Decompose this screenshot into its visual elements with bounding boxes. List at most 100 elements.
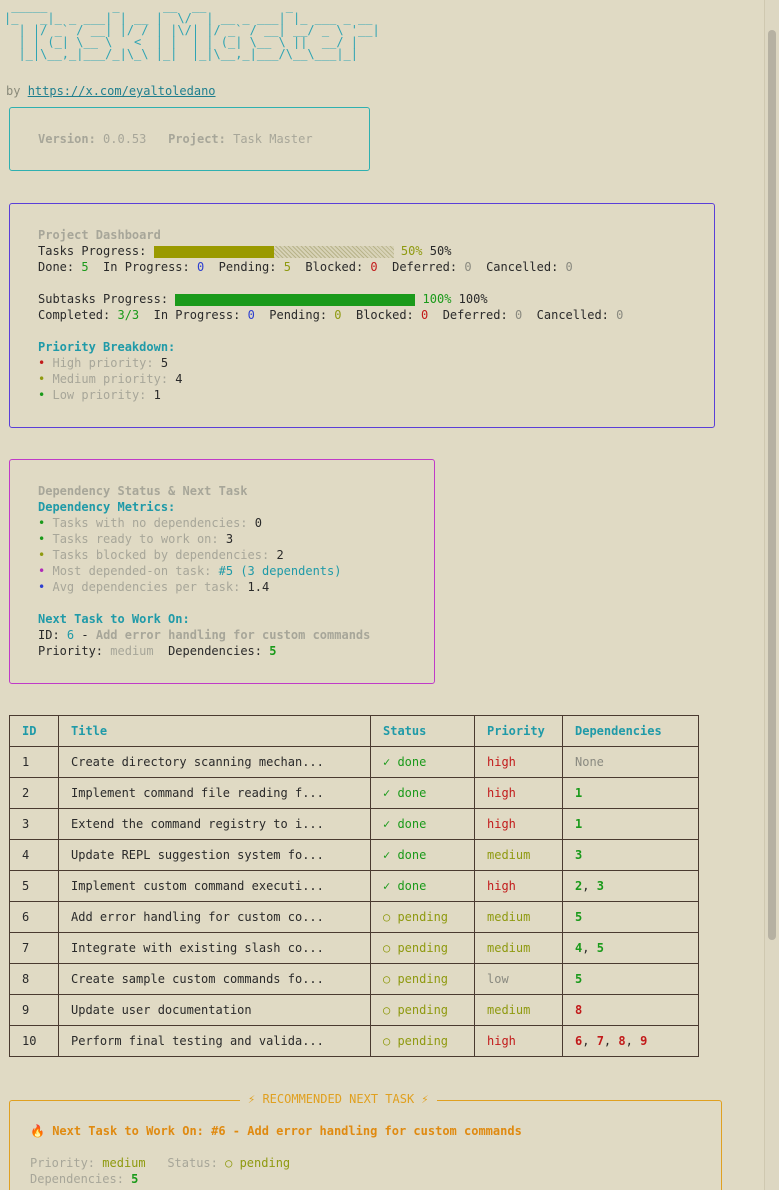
dep-separator: ,: [582, 941, 597, 955]
col-status-header: Status: [370, 715, 475, 747]
done-count: 5: [81, 260, 89, 274]
task-id: 7: [9, 932, 59, 964]
task-id: 9: [9, 994, 59, 1026]
tasks-progress-bar: [153, 245, 394, 258]
dependency-id: 5: [575, 910, 583, 924]
task-priority: high: [474, 808, 563, 840]
task-dependencies: None: [562, 746, 699, 778]
high-priority-count: 5: [160, 356, 169, 370]
task-priority: high: [474, 777, 563, 809]
col-priority-header: Priority: [474, 715, 563, 747]
task-priority: medium: [474, 994, 563, 1026]
task-id: 3: [9, 808, 59, 840]
table-row: 3 Extend the command registry to i... ✓ do…: [9, 808, 699, 840]
subtasks-progress-bar: [175, 293, 416, 306]
task-priority: high: [474, 746, 563, 778]
table-row: 7 Integrate with existing slash co... ○ pe…: [9, 932, 699, 964]
task-id: 6: [9, 901, 59, 933]
pending-count: 5: [283, 260, 291, 274]
table-row: 10 Perform final testing and valida... ○ p…: [9, 1025, 699, 1057]
dependency-id: 8: [618, 1034, 626, 1048]
high-priority-line: • High priority: 5: [38, 356, 169, 370]
task-status: ○ pending: [370, 963, 475, 995]
table-row: 8 Create sample custom commands fo... ○ pe…: [9, 963, 699, 995]
dep-separator: ,: [625, 1034, 641, 1048]
tasks-progress-remaining: [273, 245, 394, 258]
project-name: Task Master: [233, 132, 313, 146]
task-dependencies: 3: [562, 839, 699, 871]
task-status: ✓ done: [370, 839, 475, 871]
ascii-banner: _____ _ __ __ _ |_ _|_ _ ___| | __ | \/ …: [4, 0, 380, 61]
table-header-row: ID Title Status Priority Dependencies: [9, 715, 699, 747]
medium-priority-line: • Medium priority: 4: [38, 372, 183, 386]
dependency-id: 1: [575, 786, 583, 800]
task-status: ○ pending: [370, 1025, 475, 1057]
vertical-scrollbar[interactable]: [764, 0, 779, 1190]
table-row: 9 Update user documentation ○ pending mediu…: [9, 994, 699, 1026]
task-title: Update user documentation: [58, 994, 371, 1026]
tasks-percent: 50%: [429, 244, 452, 258]
next-task-title: Add error handling for custom commands: [95, 628, 371, 642]
next-task-id-line: ID: 6 - Add error handling for custom co…: [38, 628, 371, 642]
task-title: Add error handling for custom co...: [58, 901, 371, 933]
task-title: Create sample custom commands fo...: [58, 963, 371, 995]
dependency-id: 3: [575, 848, 583, 862]
table-row: 6 Add error handling for custom co... ○ pe…: [9, 901, 699, 933]
recommended-heading: Next Task to Work On: #6 - Add error han…: [52, 1124, 522, 1138]
task-title: Create directory scanning mechan...: [58, 746, 371, 778]
table-row: 4 Update REPL suggestion system fo... ✓ do…: [9, 839, 699, 871]
version-line: Version: 0.0.53 Project: Task Master: [38, 132, 313, 146]
dep-separator: ,: [582, 879, 597, 893]
task-table: ID Title Status Priority Dependencies 1C…: [9, 715, 699, 1057]
task-dependencies: 4, 5: [562, 932, 699, 964]
table-row: 2 Implement command file reading f... ✓ do…: [9, 777, 699, 809]
tasks-progress-fill: [153, 245, 274, 258]
task-id: 1: [9, 746, 59, 778]
task-id: 2: [9, 777, 59, 809]
task-dependencies: 6, 7, 8, 9: [562, 1025, 699, 1057]
dep-separator: ,: [582, 1034, 597, 1048]
terminal-window: _____ _ __ __ _ |_ _|_ _ ___| | __ | \/ …: [0, 0, 765, 1190]
dependency-metrics-heading: Dependency Metrics:: [38, 500, 176, 514]
task-dependencies: 5: [562, 901, 699, 933]
scrollbar-thumb[interactable]: [768, 30, 776, 940]
dependency-id: 8: [575, 1003, 583, 1017]
task-dependencies: 2, 3: [562, 870, 699, 902]
subtasks-percent-colored: 100%: [422, 292, 452, 306]
dependency-id: 5: [596, 941, 604, 955]
task-status: ○ pending: [370, 901, 475, 933]
task-priority: high: [474, 1025, 563, 1057]
dependency-id: None: [575, 755, 604, 769]
author-link[interactable]: https://x.com/eyaltoledano: [28, 84, 216, 98]
subtasks-progress-line: Subtasks Progress: 100% 100%: [38, 292, 488, 306]
next-task-priority-line: Priority: medium Dependencies: 5: [38, 644, 277, 658]
task-dependencies: 8: [562, 994, 699, 1026]
version-value: 0.0.53: [103, 132, 147, 146]
col-title-header: Title: [58, 715, 371, 747]
subtasks-completed: 3/3: [117, 308, 140, 322]
recommended-priority-line: Priority: medium Status: ○ pending: [30, 1156, 291, 1170]
task-id: 4: [9, 839, 59, 871]
blocked-line: • Tasks blocked by dependencies: 2: [38, 548, 284, 562]
task-status: ✓ done: [370, 777, 475, 809]
subtasks-progress-fill: [175, 293, 416, 306]
task-status: ✓ done: [370, 808, 475, 840]
dependency-id: 3: [596, 879, 604, 893]
task-priority: medium: [474, 839, 563, 871]
byline: by https://x.com/eyaltoledano: [6, 84, 216, 98]
table-row: 5 Implement custom command executi... ✓ do…: [9, 870, 699, 902]
dependency-id: 5: [575, 972, 583, 986]
subtasks-percent: 100%: [458, 292, 488, 306]
no-deps-line: • Tasks with no dependencies: 0: [38, 516, 263, 530]
dependency-id: 1: [575, 817, 583, 831]
low-priority-line: • Low priority: 1: [38, 388, 161, 402]
fire-icon: 🔥: [30, 1124, 45, 1138]
medium-priority-count: 4: [175, 372, 183, 386]
recommended-heading-line: 🔥 Next Task to Work On: #6 - Add error h…: [30, 1123, 522, 1139]
task-id: 5: [9, 870, 59, 902]
task-title: Perform final testing and valida...: [58, 1025, 371, 1057]
recommended-deps-line: Dependencies: 5: [30, 1172, 139, 1186]
dependency-id: 9: [640, 1034, 648, 1048]
next-task-heading: Next Task to Work On:: [38, 612, 190, 626]
tasks-percent-colored: 50%: [400, 244, 423, 258]
